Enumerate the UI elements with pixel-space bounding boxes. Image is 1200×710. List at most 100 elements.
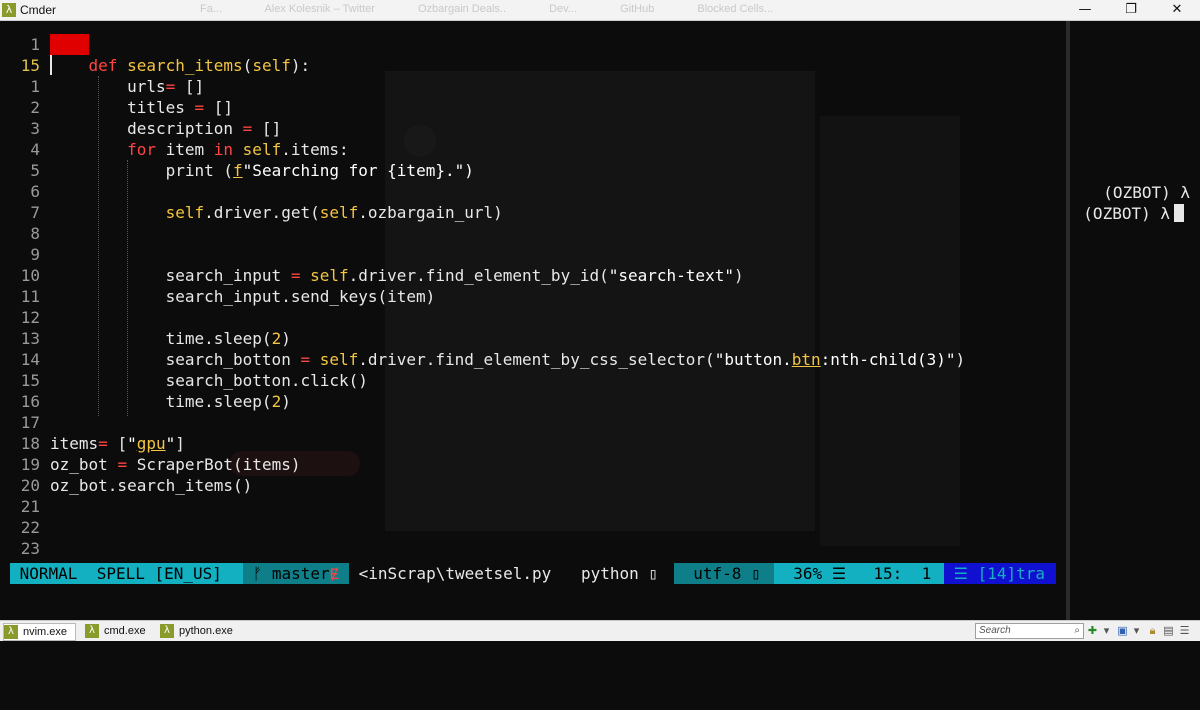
line-number: 2 bbox=[30, 98, 40, 117]
code-line[interactable]: 21 bbox=[0, 496, 1066, 517]
line-number: 1 bbox=[30, 35, 40, 54]
tab-nvim[interactable]: λ nvim.exe bbox=[3, 623, 77, 641]
code-line[interactable]: 20 oz_bot.search_items() bbox=[0, 475, 1066, 496]
code-token: = bbox=[117, 455, 128, 474]
terminal-pane[interactable]: (OZBOT) λ (OZBOT) λ bbox=[1070, 21, 1200, 620]
code-token: = bbox=[242, 119, 253, 138]
code-text: for item in self.items: bbox=[50, 139, 349, 160]
code-token: ): bbox=[290, 56, 311, 75]
code-line[interactable]: 2 titles = [] bbox=[0, 97, 1066, 118]
code-line[interactable]: 16 time.sleep(2) bbox=[0, 391, 1066, 412]
code-line[interactable]: 18 items= ["gpu"] bbox=[0, 433, 1066, 454]
code-token: def bbox=[88, 56, 118, 75]
code-line[interactable]: 4 for item in self.items: bbox=[0, 139, 1066, 160]
code-token: self bbox=[252, 56, 291, 75]
code-token: ScraperBot(items) bbox=[127, 455, 301, 474]
minimize-button[interactable]: — bbox=[1062, 0, 1108, 20]
code-token: time.sleep( bbox=[50, 329, 272, 348]
line-number: 19 bbox=[20, 455, 40, 474]
dropdown-icon[interactable]: ▾ bbox=[1130, 624, 1143, 637]
code-line[interactable]: 1 bbox=[0, 34, 1066, 55]
tab-python[interactable]: λ python.exe bbox=[160, 623, 233, 639]
code-token: self bbox=[165, 203, 205, 222]
code-line[interactable]: 13 time.sleep(2) bbox=[0, 328, 1066, 349]
ghost-tab: Ozbargain Deals.. bbox=[418, 3, 507, 15]
ghost-tab: Dev... bbox=[549, 3, 578, 15]
dropdown-icon[interactable]: ▾ bbox=[1100, 624, 1113, 637]
code-line[interactable]: 15 def search_items(self): bbox=[0, 55, 1066, 76]
terminal-cursor bbox=[1174, 204, 1184, 222]
restore-button[interactable]: ❐ bbox=[1108, 0, 1154, 20]
line-number: 20 bbox=[20, 476, 40, 495]
code-token: oz_bot bbox=[50, 455, 118, 474]
git-branch: ᚠ masterɆ bbox=[243, 563, 349, 584]
git-branch-label: ᚠ master bbox=[243, 564, 330, 583]
lock-icon[interactable]: 🔒︎ bbox=[1146, 624, 1159, 637]
code-line[interactable]: 8 bbox=[0, 223, 1066, 244]
tab-label: nvim.exe bbox=[23, 626, 68, 638]
code-token: [ bbox=[107, 434, 128, 453]
code-line[interactable]: 15 search_botton.click() bbox=[0, 370, 1066, 391]
code-token: 2 bbox=[271, 329, 282, 348]
code-text: titles = [] bbox=[50, 97, 233, 118]
code-token: ) bbox=[955, 350, 966, 369]
code-token: " bbox=[127, 434, 137, 453]
prompt-text: (OZBOT) λ bbox=[1083, 204, 1170, 223]
code-token: [] bbox=[204, 98, 234, 117]
code-token: in bbox=[213, 140, 234, 159]
scroll-percent: 36% ☰ bbox=[774, 564, 847, 583]
code-token: for bbox=[127, 140, 156, 159]
code-text: search_botton.click() bbox=[50, 370, 368, 391]
line-number: 22 bbox=[20, 518, 40, 537]
code-line[interactable]: 5 print (f"Searching for {item}.") bbox=[0, 160, 1066, 181]
file-encoding: utf-8 ▯ bbox=[674, 563, 774, 584]
search-input[interactable]: Search ⌕ bbox=[975, 623, 1084, 639]
ghost-tab: Blocked Cells... bbox=[697, 3, 774, 15]
code-token: print ( bbox=[50, 161, 234, 180]
code-line[interactable]: 3 description = [] bbox=[0, 118, 1066, 139]
code-line[interactable]: 14 search_botton = self.driver.find_elem… bbox=[0, 349, 1066, 370]
code-line[interactable]: 7 self.driver.get(self.ozbargain_url) bbox=[0, 202, 1066, 223]
terminal-prompt-active[interactable]: (OZBOT) λ bbox=[1083, 203, 1184, 224]
cmder-lambda-icon: λ bbox=[2, 3, 16, 17]
code-line[interactable]: 1 urls= [] bbox=[0, 76, 1066, 97]
terminal-prompt: (OZBOT) λ bbox=[1103, 183, 1190, 202]
scroll-icon[interactable]: ▤ bbox=[1162, 624, 1175, 637]
code-token: .driver.find_element_by_id( bbox=[348, 266, 609, 285]
code-text: self.driver.get(self.ozbargain_url) bbox=[50, 202, 503, 223]
close-button[interactable]: ✕ bbox=[1154, 0, 1200, 20]
code-token: btn bbox=[791, 350, 821, 369]
new-console-icon[interactable]: ✚ bbox=[1086, 624, 1099, 637]
ghost-tab: GitHub bbox=[620, 3, 655, 15]
code-line[interactable]: 23 bbox=[0, 538, 1066, 559]
code-line[interactable]: 19 oz_bot = ScraperBot(items) bbox=[0, 454, 1066, 475]
code-token: self bbox=[242, 140, 282, 159]
code-line[interactable]: 11 search_input.send_keys(item) bbox=[0, 286, 1066, 307]
code-text: oz_bot = ScraperBot(items) bbox=[50, 454, 300, 475]
code-token: urls bbox=[50, 77, 166, 96]
line-number: 7 bbox=[30, 203, 40, 222]
settings-menu-icon[interactable]: ☰ bbox=[1178, 624, 1191, 637]
search-placeholder: Search bbox=[979, 625, 1011, 636]
lambda-icon: λ bbox=[160, 624, 174, 638]
split-view-icon[interactable]: ▣ bbox=[1116, 624, 1129, 637]
code-line[interactable]: 10 search_input = self.driver.find_eleme… bbox=[0, 265, 1066, 286]
code-line[interactable]: 12 bbox=[0, 307, 1066, 328]
code-token: item bbox=[155, 140, 214, 159]
window-title: Cmder bbox=[20, 3, 57, 17]
line-number: 4 bbox=[30, 140, 40, 159]
code-text: search_input = self.driver.find_element_… bbox=[50, 265, 744, 286]
code-line[interactable]: 22 bbox=[0, 517, 1066, 538]
title-bar: λ Cmder Fa... Alex Kolesnik – Twitter Oz… bbox=[0, 0, 1200, 21]
vim-editor-pane[interactable]: 1 15 def search_items(self): 1 urls= [] 2 t… bbox=[0, 21, 1066, 561]
code-line[interactable]: 9 bbox=[0, 244, 1066, 265]
console-tab-bar: λ nvim.exe λ cmd.exe λ python.exe Search… bbox=[0, 620, 1200, 641]
tab-label: cmd.exe bbox=[104, 625, 146, 637]
tab-cmd[interactable]: λ cmd.exe bbox=[85, 623, 146, 639]
code-line[interactable]: 6 bbox=[0, 181, 1066, 202]
code-line[interactable]: 17 bbox=[0, 412, 1066, 433]
code-token: "Searching for {item}.") bbox=[242, 161, 474, 180]
code-text: urls= [] bbox=[50, 76, 204, 97]
